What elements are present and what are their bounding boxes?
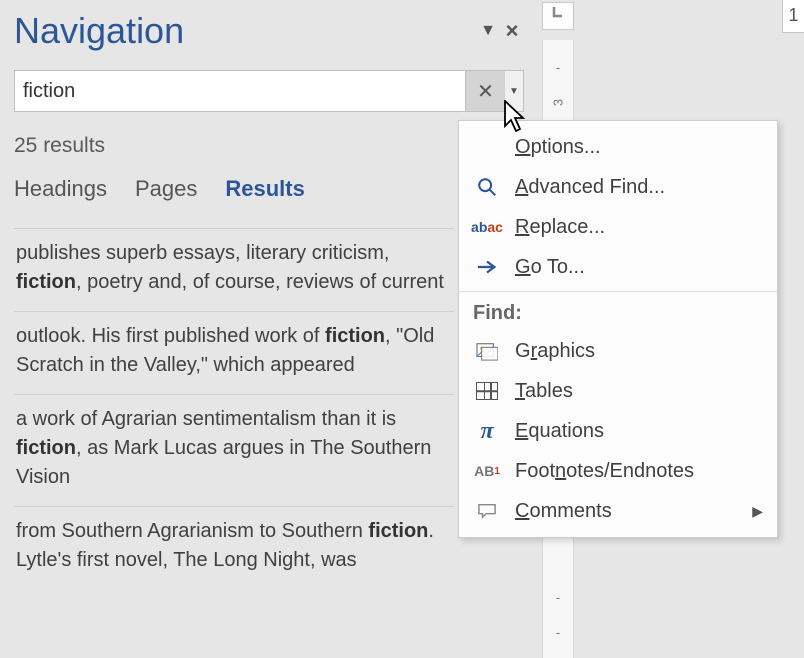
menu-label: eplace... — [529, 216, 605, 238]
menu-item-comments[interactable]: Comments ▶ — [459, 491, 777, 531]
menu-item-graphics[interactable]: Graphics — [459, 331, 777, 371]
submenu-arrow-icon: ▶ — [752, 503, 763, 520]
menu-item-replace[interactable]: abac Replace... — [459, 207, 777, 247]
menu-separator — [459, 291, 777, 292]
search-icon — [473, 175, 501, 199]
graphics-icon — [473, 339, 501, 363]
menu-label: ptions... — [531, 136, 601, 158]
menu-label: dvanced Find... — [528, 176, 665, 198]
search-input[interactable] — [15, 71, 465, 111]
ruler-tick: - — [543, 60, 573, 75]
arrow-right-icon — [473, 255, 501, 279]
tab-headings[interactable]: Headings — [14, 176, 107, 212]
footnote-icon: AB1 — [473, 459, 501, 483]
menu-item-go-to[interactable]: Go To... — [459, 247, 777, 287]
menu-label: o To... — [531, 256, 585, 278]
search-result-item[interactable]: publishes superb essays, literary critic… — [14, 228, 454, 312]
result-count-label: 25 results — [14, 134, 105, 158]
ruler-corner-tab-selector[interactable] — [542, 2, 574, 30]
search-options-dropdown-button[interactable]: ▼ — [505, 71, 523, 111]
comment-icon — [473, 499, 501, 523]
close-icon: ✕ — [477, 79, 494, 104]
pane-options-dropdown[interactable]: ▼ — [476, 22, 500, 40]
menu-label: G — [515, 340, 531, 362]
search-result-item[interactable]: a work of Agrarian sentimentalism than i… — [14, 395, 454, 507]
table-icon — [473, 379, 501, 403]
menu-label: quations — [528, 420, 604, 442]
page-number-indicator: 1 — [782, 0, 804, 33]
tab-pages[interactable]: Pages — [135, 176, 197, 212]
ruler-tick: - — [543, 625, 573, 640]
navigation-pane-title: Navigation — [14, 10, 476, 52]
navigation-tabs: Headings Pages Results — [14, 176, 524, 212]
tab-results[interactable]: Results — [225, 176, 304, 212]
menu-item-footnotes[interactable]: AB1 Footnotes/Endnotes — [459, 451, 777, 491]
menu-item-advanced-find[interactable]: Advanced Find... — [459, 167, 777, 207]
tab-stop-icon — [550, 4, 566, 20]
search-options-menu: Options... Advanced Find... abac Replace… — [458, 120, 778, 538]
ruler-tick: - — [543, 590, 573, 605]
search-result-item[interactable]: outlook. His first published work of fic… — [14, 312, 454, 395]
clear-search-button[interactable]: ✕ — [465, 71, 505, 111]
menu-label: otes/Endnotes — [566, 460, 694, 482]
menu-label: ables — [525, 380, 573, 402]
chevron-down-icon: ▼ — [509, 86, 519, 97]
menu-item-tables[interactable]: Tables — [459, 371, 777, 411]
replace-icon: abac — [473, 215, 501, 239]
menu-label: omments — [529, 500, 611, 522]
pi-icon: π — [473, 419, 501, 443]
close-pane-button[interactable]: × — [500, 18, 524, 44]
search-results-list: publishes superb essays, literary critic… — [14, 228, 454, 589]
menu-item-equations[interactable]: π Equations — [459, 411, 777, 451]
menu-item-options[interactable]: Options... — [459, 127, 777, 167]
menu-section-find: Find: — [459, 296, 777, 331]
search-result-item[interactable]: from Southern Agrarianism to Southern fi… — [14, 507, 454, 589]
blank-icon — [473, 135, 501, 159]
navigation-pane: Navigation ▼ × ✕ ▼ 25 results ▾ Headings… — [14, 10, 524, 589]
search-box: ✕ ▼ — [14, 70, 524, 112]
ruler-number: 3 — [551, 88, 566, 118]
